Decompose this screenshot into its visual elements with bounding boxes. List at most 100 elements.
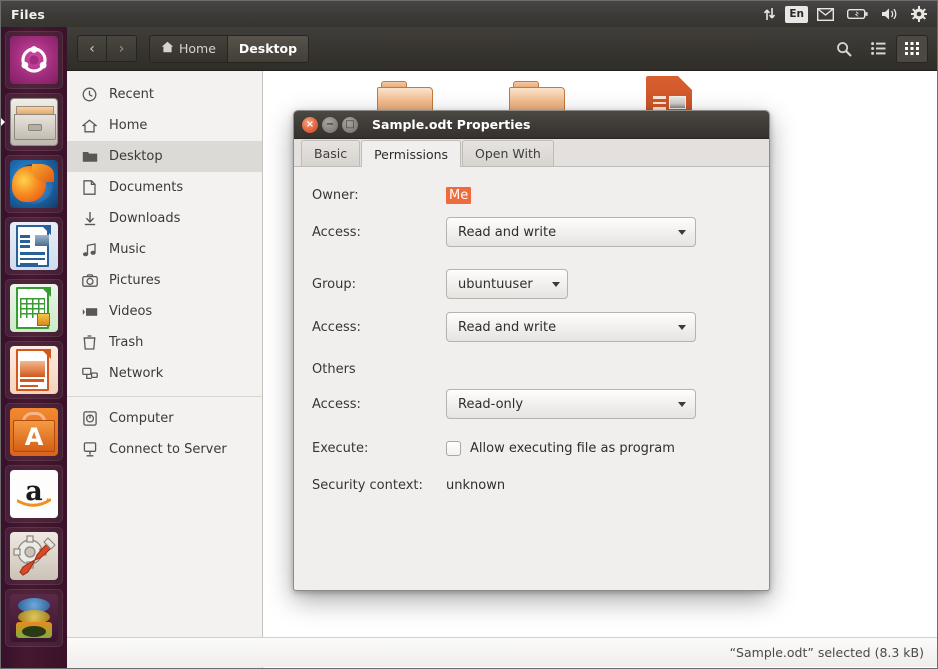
- sidebar-divider: [67, 396, 262, 397]
- keyboard-layout-indicator[interactable]: En: [785, 6, 808, 23]
- launcher-item-libreoffice-impress[interactable]: [5, 341, 63, 399]
- battery-icon[interactable]: [841, 1, 874, 27]
- group-access-dropdown[interactable]: Read and write: [446, 312, 696, 342]
- sidebar-item-computer[interactable]: Computer: [67, 403, 262, 434]
- maximize-icon[interactable]: □: [342, 117, 358, 133]
- owner-access-dropdown[interactable]: Read and write: [446, 217, 696, 247]
- group-access-label: Access:: [312, 320, 446, 335]
- permissions-panel: Owner: Me Access: Read and write Group: …: [294, 167, 769, 493]
- execute-checkbox-label: Allow executing file as program: [470, 441, 675, 456]
- sidebar-item-documents[interactable]: Documents: [67, 172, 262, 203]
- sidebar-item-videos[interactable]: Videos: [67, 296, 262, 327]
- tab-basic[interactable]: Basic: [301, 140, 360, 166]
- status-bar: “Sample.odt” selected (8.3 kB): [67, 637, 938, 667]
- video-icon: [81, 306, 98, 318]
- amazon-icon: a: [10, 470, 58, 518]
- sidebar-label-pictures: Pictures: [109, 273, 160, 288]
- execute-checkbox[interactable]: [446, 441, 461, 456]
- launcher-item-system-settings[interactable]: [5, 527, 63, 585]
- panel-indicator-area: En: [757, 1, 938, 27]
- tab-permissions[interactable]: Permissions: [361, 140, 461, 167]
- launcher-item-firefox[interactable]: [5, 155, 63, 213]
- libreoffice-impress-icon: [10, 346, 58, 394]
- sidebar-label-home: Home: [109, 118, 147, 133]
- sidebar-item-recent[interactable]: Recent: [67, 79, 262, 110]
- security-context-value: unknown: [446, 478, 505, 493]
- grid-view-icon[interactable]: [896, 35, 928, 63]
- document-icon: [81, 180, 98, 195]
- music-note-icon: [81, 243, 98, 257]
- group-value: ubuntuuser: [458, 277, 533, 292]
- dialog-title: Sample.odt Properties: [372, 117, 530, 132]
- dialog-titlebar[interactable]: × − □ Sample.odt Properties: [294, 111, 769, 139]
- sidebar-label-desktop: Desktop: [109, 149, 163, 164]
- sidebar-item-network[interactable]: Network: [67, 358, 262, 389]
- launcher-item-dash[interactable]: [5, 31, 63, 89]
- sidebar-item-trash[interactable]: Trash: [67, 327, 262, 358]
- sidebar-item-home[interactable]: Home: [67, 110, 262, 141]
- system-settings-icon: [10, 532, 58, 580]
- minimize-icon[interactable]: −: [322, 117, 338, 133]
- owner-value: Me: [446, 187, 471, 204]
- home-icon: [81, 119, 98, 133]
- others-access-row: Access: Read-only: [312, 389, 769, 419]
- launcher-item-libreoffice-writer[interactable]: [5, 217, 63, 275]
- files-icon: [10, 98, 58, 146]
- network-icon[interactable]: [757, 1, 782, 27]
- search-icon[interactable]: [828, 35, 860, 63]
- launcher-item-workspace-switcher[interactable]: [5, 589, 63, 647]
- clock-icon: [81, 87, 98, 102]
- others-access-value: Read-only: [458, 397, 523, 412]
- chevron-down-icon: [678, 325, 686, 330]
- download-icon: [81, 211, 98, 226]
- chevron-down-icon: [678, 402, 686, 407]
- others-access-label: Access:: [312, 397, 446, 412]
- breadcrumb: Home Desktop: [149, 35, 309, 63]
- owner-label: Owner:: [312, 188, 446, 203]
- sidebar-item-connect-to-server[interactable]: Connect to Server: [67, 434, 262, 465]
- sidebar-item-pictures[interactable]: Pictures: [67, 265, 262, 296]
- security-context-row: Security context: unknown: [312, 478, 769, 493]
- sidebar-item-downloads[interactable]: Downloads: [67, 203, 262, 234]
- messaging-icon[interactable]: [811, 1, 840, 27]
- owner-row: Owner: Me: [312, 187, 769, 204]
- others-section-label: Others: [312, 362, 769, 377]
- top-panel: Files En: [1, 1, 938, 27]
- ubuntu-logo-icon: [10, 36, 58, 84]
- sidebar-label-music: Music: [109, 242, 146, 257]
- status-text: “Sample.odt” selected (8.3 kB): [730, 645, 924, 660]
- back-button[interactable]: ‹: [77, 35, 107, 62]
- breadcrumb-item-desktop[interactable]: Desktop: [228, 35, 309, 63]
- firefox-icon: [10, 160, 58, 208]
- volume-icon[interactable]: [875, 1, 904, 27]
- server-icon: [81, 442, 98, 457]
- workspace-switcher-icon: [10, 594, 58, 642]
- chevron-down-icon: [678, 230, 686, 235]
- camera-icon: [81, 274, 98, 287]
- launcher-item-amazon[interactable]: a: [5, 465, 63, 523]
- group-dropdown[interactable]: ubuntuuser: [446, 269, 568, 299]
- breadcrumb-item-home[interactable]: Home: [149, 35, 228, 63]
- sidebar-item-desktop[interactable]: Desktop: [67, 141, 262, 172]
- network-icon: [81, 367, 98, 380]
- computer-icon: [81, 411, 98, 426]
- forward-button[interactable]: ›: [107, 35, 137, 62]
- sidebar-label-downloads: Downloads: [109, 211, 180, 226]
- launcher-item-files[interactable]: [5, 93, 63, 151]
- list-view-icon[interactable]: [862, 35, 894, 63]
- launcher-item-libreoffice-calc[interactable]: [5, 279, 63, 337]
- others-access-dropdown[interactable]: Read-only: [446, 389, 696, 419]
- launcher-item-ubuntu-software[interactable]: A: [5, 403, 63, 461]
- properties-dialog: × − □ Sample.odt Properties Basic Permis…: [293, 110, 770, 591]
- close-icon[interactable]: ×: [302, 117, 318, 133]
- unity-launcher: A a: [1, 27, 67, 669]
- gear-icon[interactable]: [905, 1, 933, 27]
- places-sidebar: Recent Home Desktop: [67, 71, 263, 669]
- owner-access-label: Access:: [312, 225, 446, 240]
- sidebar-item-music[interactable]: Music: [67, 234, 262, 265]
- chevron-down-icon: [552, 282, 560, 287]
- tab-open-with[interactable]: Open With: [462, 140, 554, 166]
- execute-row: Execute: Allow executing file as program: [312, 441, 769, 456]
- owner-access-value: Read and write: [458, 225, 556, 240]
- breadcrumb-label-desktop: Desktop: [239, 41, 297, 56]
